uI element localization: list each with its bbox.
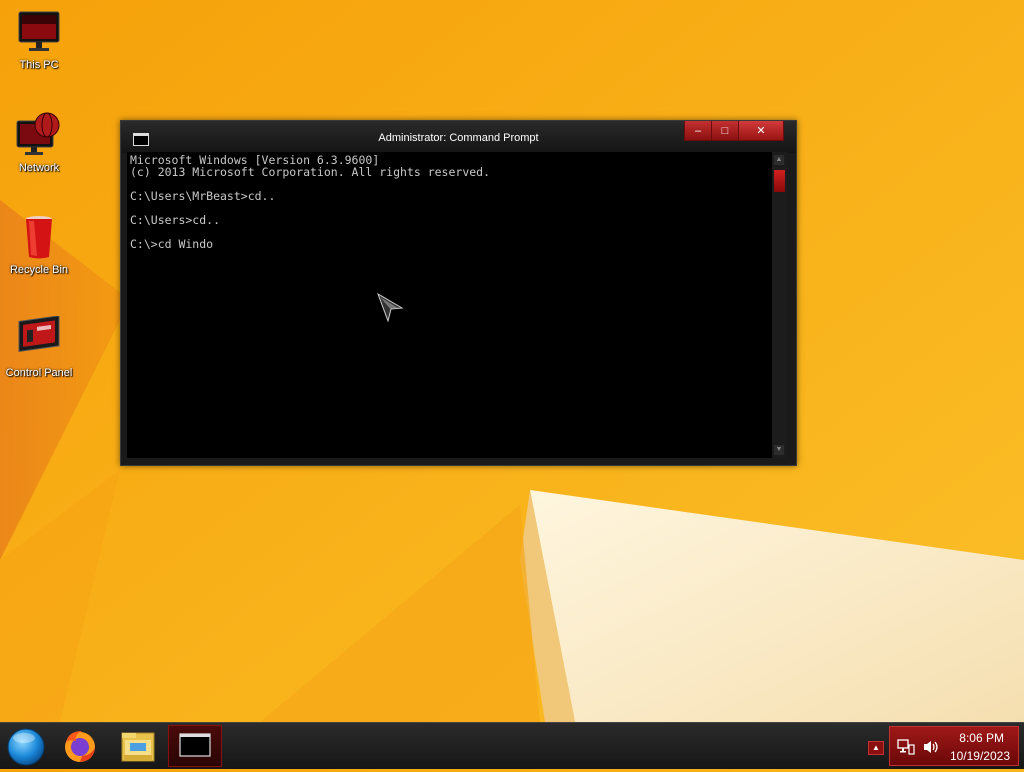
system-tray: 8:06 PM 10/19/2023 (889, 726, 1019, 766)
desktop-icon-label: This PC (19, 59, 59, 71)
desktop-icon-label: Control Panel (5, 367, 73, 379)
taskbar-file-explorer[interactable] (112, 725, 164, 767)
scroll-down-arrow-icon[interactable]: ▼ (774, 445, 784, 455)
desktop-icon-recycle-bin[interactable]: Recycle Bin (4, 213, 74, 276)
clock-date[interactable]: 10/19/2023 (950, 749, 1010, 763)
chevron-up-icon: ▲ (872, 743, 880, 752)
folder-icon (121, 732, 155, 762)
vertical-scrollbar[interactable]: ▲ ▼ (772, 152, 787, 458)
volume-icon[interactable] (922, 739, 940, 755)
taskbar-firefox[interactable] (54, 725, 106, 767)
desktop-icon-network[interactable]: Network (4, 111, 74, 174)
network-icon (15, 111, 63, 159)
close-icon: ✕ (756, 125, 766, 137)
console-input-line[interactable]: C:\>cd Windo (127, 238, 772, 250)
scroll-up-arrow-icon[interactable]: ▲ (774, 155, 784, 165)
desktop-icon-label: Recycle Bin (9, 264, 69, 276)
console-line: C:\Users\MrBeast>cd.. (130, 189, 276, 203)
minimize-icon: – (694, 124, 702, 137)
console-line (127, 202, 772, 214)
taskbar-command-prompt[interactable] (168, 725, 222, 767)
minimize-button[interactable]: – (684, 121, 712, 141)
maximize-button[interactable]: □ (712, 121, 739, 141)
console-output[interactable]: Microsoft Windows [Version 6.3.9600] (c)… (127, 152, 772, 458)
close-button[interactable]: ✕ (739, 121, 784, 141)
mouse-pointer-icon (377, 292, 404, 322)
console-line (127, 226, 772, 238)
console-line: (c) 2013 Microsoft Corporation. All righ… (130, 165, 491, 179)
monitor-icon (15, 8, 63, 56)
desktop-icon-control-panel[interactable]: Control Panel (4, 315, 74, 379)
network-status-icon[interactable] (897, 739, 915, 755)
show-hidden-icons-button[interactable]: ▲ (868, 741, 884, 755)
console-line: C:\Users>cd.. (130, 213, 221, 227)
control-panel-icon (15, 315, 63, 364)
window-titlebar[interactable]: Administrator: Command Prompt – □ ✕ (121, 121, 796, 153)
scrollbar-thumb[interactable] (774, 170, 785, 192)
desktop-icon-this-pc[interactable]: This PC (4, 8, 74, 71)
recycle-bin-icon (15, 213, 63, 261)
cmd-icon (179, 733, 211, 757)
command-prompt-window[interactable]: Administrator: Command Prompt – □ ✕ Micr… (120, 120, 797, 466)
desktop-icon-label: Network (18, 162, 60, 174)
start-orb-icon (7, 728, 45, 766)
maximize-icon: □ (721, 124, 729, 137)
window-controls: – □ ✕ (684, 121, 784, 141)
taskbar: ▲ 8:06 PM 10/19/2023 (0, 722, 1024, 769)
firefox-icon (65, 731, 95, 762)
start-button[interactable] (2, 725, 54, 767)
clock-time[interactable]: 8:06 PM (959, 731, 1004, 745)
